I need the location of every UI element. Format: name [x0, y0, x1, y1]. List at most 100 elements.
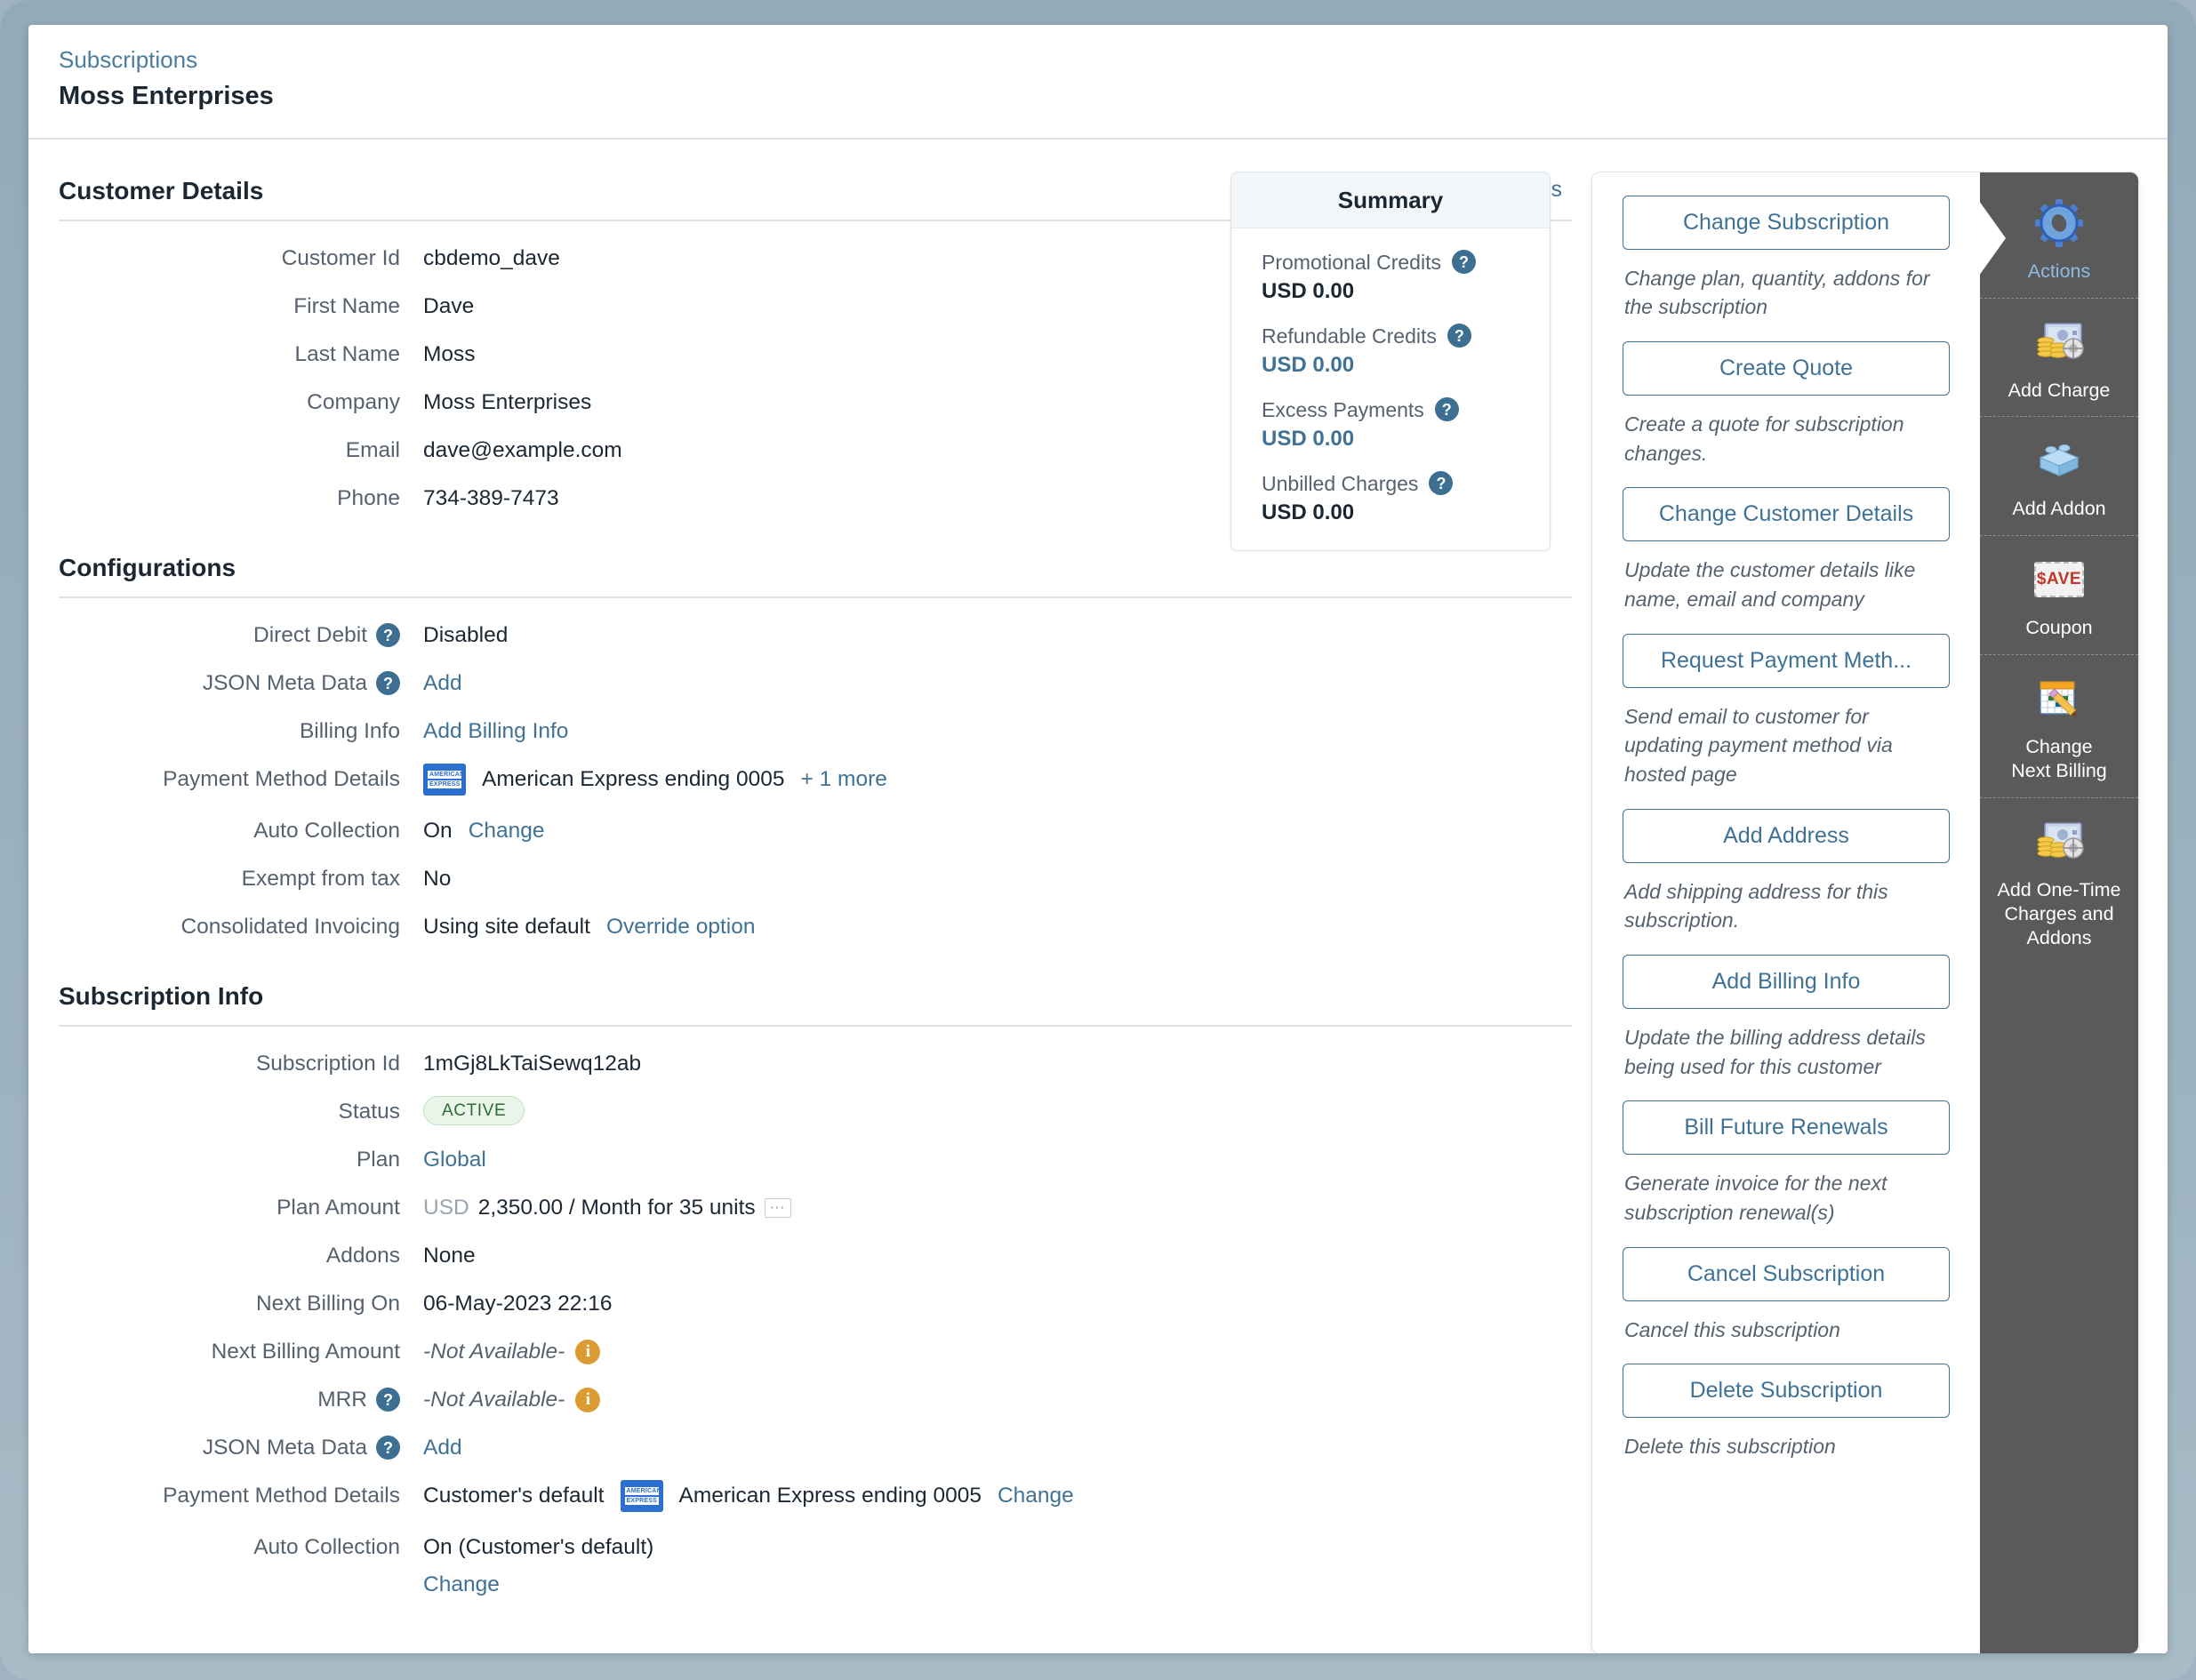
action-description: Update the billing address details being…: [1624, 1025, 1926, 1078]
field-label: Auto Collection: [253, 1534, 400, 1559]
payment-method-text: American Express ending 0005: [482, 766, 785, 791]
help-icon[interactable]: ?: [1447, 324, 1471, 348]
summary-item-value[interactable]: USD 0.00: [1262, 427, 1519, 452]
override-option-link[interactable]: Override option: [606, 911, 756, 943]
create-quote-button[interactable]: Create Quote: [1623, 341, 1950, 396]
request-payment-method-button[interactable]: Request Payment Meth...: [1623, 633, 1950, 688]
brick-addon-icon: [1985, 433, 2133, 488]
help-icon[interactable]: ?: [376, 1436, 400, 1460]
rail-item-label: Add Charge: [2008, 379, 2111, 401]
subscription-info-fields: Subscription Id 1mGj8LkTaiSewq12ab Statu…: [59, 1027, 1624, 1601]
help-icon[interactable]: ?: [376, 623, 400, 648]
field-value: 1mGj8LkTaiSewq12ab: [423, 1051, 642, 1076]
field-label: Payment Method Details: [163, 766, 400, 791]
delete-subscription-button[interactable]: Delete Subscription: [1623, 1364, 1950, 1419]
help-icon[interactable]: ?: [376, 671, 400, 696]
field-value: Add: [423, 668, 462, 700]
info-icon[interactable]: i: [575, 1339, 601, 1364]
rail-item-change-next-billing[interactable]: Change Next Billing: [1980, 655, 2138, 798]
add-billing-info-button[interactable]: Add Billing Info: [1623, 954, 1950, 1009]
cancel-subscription-button[interactable]: Cancel Subscription: [1623, 1246, 1950, 1301]
summary-item: Unbilled Charges ? USD 0.00: [1262, 469, 1519, 525]
amex-line-1: AMERICAN: [624, 1486, 661, 1495]
amex-card-icon: AMERICAN EXPRESS: [423, 763, 466, 796]
action-description: Update the customer details like name, e…: [1624, 558, 1916, 611]
payment-method-more-link[interactable]: + 1 more: [800, 764, 886, 796]
add-json-meta-link[interactable]: Add: [423, 1432, 462, 1464]
rail-item-label: Change Next Billing: [2011, 736, 2107, 782]
rail-item-add-charge[interactable]: Add Charge: [1980, 299, 2138, 418]
field-label: First Name: [293, 293, 400, 318]
help-icon[interactable]: ?: [1451, 250, 1476, 275]
plan-amount-ellipsis-button[interactable]: ⋯: [764, 1197, 791, 1218]
change-subscription-button[interactable]: Change Subscription: [1623, 195, 1950, 250]
field-label: MRR ?: [59, 1384, 423, 1416]
actions-list: Change Subscription Change plan, quantit…: [1592, 172, 1980, 1653]
field-value: USD 2,350.00 / Month for 35 units ⋯: [423, 1192, 791, 1224]
summary-card: Summary Promotional Credits ? USD 0.00 R…: [1230, 171, 1551, 551]
field-value: cbdemo_dave: [423, 245, 560, 270]
auto-collection-value: On: [423, 818, 453, 843]
summary-item-value[interactable]: USD 0.00: [1262, 353, 1519, 378]
field-label: JSON Meta Data ?: [59, 668, 423, 700]
actions-panel: Change Subscription Change plan, quantit…: [1591, 171, 2139, 1653]
field-row-direct-debit: Direct Debit ? Disabled: [59, 620, 1624, 652]
field-row-plan: Plan Global: [59, 1144, 1624, 1176]
field-row-payment-method: Payment Method Details Customer's defaul…: [59, 1479, 1624, 1512]
field-label: Last Name: [294, 341, 400, 366]
gear-icon: [1985, 196, 2133, 251]
field-value: Using site default Override option: [423, 911, 755, 943]
field-label: Payment Method Details: [163, 1483, 400, 1508]
summary-item-label: Refundable Credits ?: [1262, 322, 1519, 350]
help-icon[interactable]: ?: [1429, 471, 1454, 496]
subscription-info-heading: Subscription Info: [59, 981, 264, 1010]
action-description: Delete this subscription: [1624, 1435, 1836, 1459]
add-json-meta-link[interactable]: Add: [423, 668, 462, 700]
rail-item-add-one-time-charges-and-addons[interactable]: Add One-Time Charges and Addons: [1980, 798, 2138, 964]
rail-item-coupon[interactable]: $AVE Coupon: [1980, 536, 2138, 656]
field-label: Billing Info: [299, 718, 400, 743]
field-label: Customer Id: [281, 245, 400, 270]
auto-collection-change-link[interactable]: Change: [469, 815, 545, 847]
field-value: 734-389-7473: [423, 485, 559, 510]
info-icon[interactable]: i: [575, 1387, 601, 1412]
consolidated-value: Using site default: [423, 914, 590, 939]
bill-future-renewals-button[interactable]: Bill Future Renewals: [1623, 1100, 1950, 1156]
coupon-glyph: $AVE: [2034, 562, 2084, 598]
summary-item: Excess Payments ? USD 0.00: [1262, 396, 1519, 452]
field-label: Direct Debit ?: [59, 620, 423, 652]
field-value: Moss: [423, 341, 476, 366]
payment-method-change-link[interactable]: Change: [998, 1480, 1074, 1512]
summary-item-label: Unbilled Charges ?: [1262, 469, 1519, 498]
field-row-auto-collection: Auto Collection On Change: [59, 815, 1624, 847]
auto-collection-value: On (Customer's default): [423, 1534, 654, 1559]
money-charge-icon: [1985, 315, 2133, 370]
save-coupon-icon: $AVE: [1985, 552, 2133, 607]
summary-label-text: Excess Payments: [1262, 397, 1424, 421]
field-label: Plan Amount: [277, 1195, 400, 1220]
help-icon[interactable]: ?: [1434, 397, 1459, 422]
field-label-text: JSON Meta Data: [202, 670, 367, 695]
field-row-mrr: MRR ? -Not Available- i: [59, 1384, 1624, 1416]
rail-item-label: Add One-Time Charges and Addons: [1997, 878, 2121, 948]
help-icon[interactable]: ?: [376, 1388, 400, 1412]
field-value: On (Customer's default) Change: [423, 1532, 653, 1601]
breadcrumb-subscriptions[interactable]: Subscriptions: [59, 44, 2168, 76]
plan-link[interactable]: Global: [423, 1144, 486, 1176]
auto-collection-change-link[interactable]: Change: [423, 1569, 500, 1601]
field-label-text: MRR: [317, 1387, 367, 1412]
amex-line-2: EXPRESS: [624, 1496, 659, 1505]
field-label-text: Direct Debit: [253, 622, 367, 647]
rail-item-add-addon[interactable]: Add Addon: [1980, 417, 2138, 537]
app-window: Subscriptions Moss Enterprises Customer …: [28, 25, 2168, 1653]
rail-item-actions[interactable]: Actions: [1979, 180, 2138, 299]
summary-label-text: Unbilled Charges: [1262, 471, 1419, 495]
change-customer-details-button[interactable]: Change Customer Details: [1623, 487, 1950, 542]
summary-label-text: Refundable Credits: [1262, 324, 1437, 348]
field-row-billing-info: Billing Info Add Billing Info: [59, 716, 1624, 748]
add-billing-info-link[interactable]: Add Billing Info: [423, 716, 568, 748]
right-column: Change Subscription Change plan, quantit…: [1591, 171, 2168, 1653]
summary-item-value: USD 0.00: [1262, 278, 1355, 303]
add-address-button[interactable]: Add Address: [1623, 808, 1950, 863]
summary-item-label: Promotional Credits ?: [1262, 248, 1519, 276]
